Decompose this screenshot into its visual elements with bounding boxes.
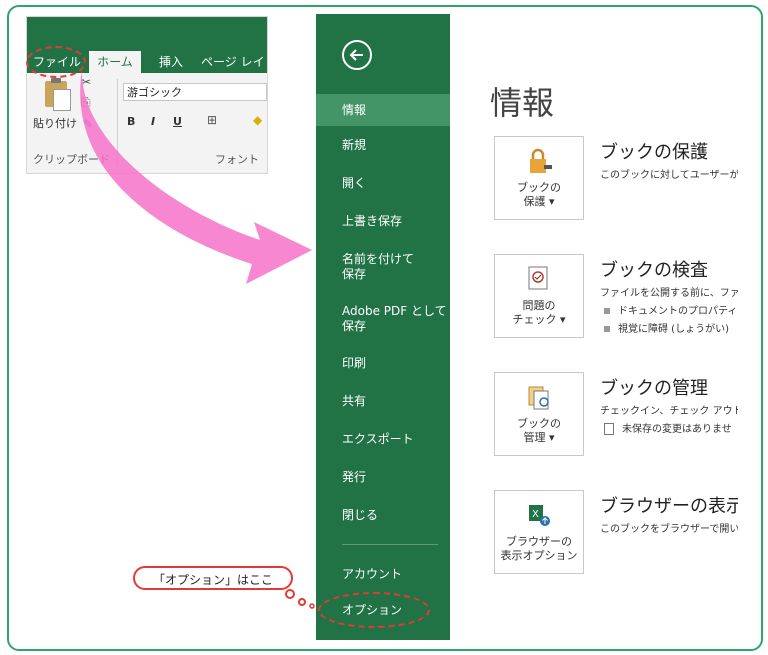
check-issues-button[interactable]: 問題の チェック ▾	[494, 254, 584, 338]
protect-desc: このブックに対してユーザーが実	[600, 170, 738, 181]
callout-pointer	[285, 589, 315, 609]
browser-desc: このブックをブラウザーで開いた	[600, 524, 738, 535]
nav-open[interactable]: 開く	[316, 176, 450, 191]
nav-divider	[342, 544, 438, 545]
nav-publish[interactable]: 発行	[316, 470, 450, 485]
inspect-tile-label: 問題の チェック ▾	[512, 299, 566, 326]
lock-icon	[530, 148, 552, 173]
callout-dot-medium	[298, 598, 306, 606]
pointer-arrow	[80, 70, 312, 284]
manage-title: ブックの管理	[600, 378, 708, 399]
nav-save[interactable]: 上書き保存	[316, 214, 450, 229]
options-callout: 「オプション」はここ	[133, 566, 293, 590]
nav-account[interactable]: アカウント	[316, 567, 450, 582]
svg-text:X: X	[532, 509, 539, 520]
arrow-shape	[80, 70, 312, 284]
nav-share[interactable]: 共有	[316, 394, 450, 409]
inspect-bullet-2-text: 視覚に障碍 (しょうがい)	[618, 324, 729, 335]
options-highlight	[318, 592, 430, 628]
back-button[interactable]	[342, 40, 372, 70]
nav-new[interactable]: 新規	[316, 138, 450, 153]
bullet-icon	[604, 326, 610, 332]
page-title: 情報	[490, 84, 555, 122]
info-content: 情報 ブックの 保護 ▾ ブックの保護 このブックに対してユーザーが実 問題の …	[450, 14, 738, 640]
back-arrow-icon	[349, 49, 363, 61]
nav-save-as[interactable]: 名前を付けて 保存	[316, 252, 450, 282]
bullet-icon	[604, 308, 610, 314]
inspect-bullet-1: ドキュメントのプロパティ、	[604, 302, 738, 317]
callout-dot-small	[309, 603, 315, 609]
inspect-bullet-2: 視覚に障碍 (しょうがい)	[604, 320, 729, 335]
manage-workbook-button[interactable]: ブックの 管理 ▾	[494, 372, 584, 456]
protect-tile-label: ブックの 保護 ▾	[517, 181, 561, 208]
nav-export[interactable]: エクスポート	[316, 432, 450, 447]
nav-save-pdf[interactable]: Adobe PDF として 保存	[316, 304, 450, 334]
nav-print[interactable]: 印刷	[316, 356, 450, 371]
nav-info[interactable]: 情報	[316, 94, 450, 126]
manage-document-icon	[528, 386, 549, 410]
excel-browser-icon: X	[529, 505, 550, 526]
protect-workbook-button[interactable]: ブックの 保護 ▾	[494, 136, 584, 220]
inspect-bullet-1-text: ドキュメントのプロパティ、	[618, 306, 738, 317]
inspect-desc: ファイルを公開する前に、ファイ	[600, 288, 738, 299]
callout-dot-large	[285, 589, 295, 599]
manage-bullet-1-text: 未保存の変更はありませ	[622, 424, 732, 435]
protect-title: ブックの保護	[600, 142, 708, 163]
manage-tile-label: ブックの 管理 ▾	[517, 417, 561, 444]
nav-close[interactable]: 閉じる	[316, 508, 450, 523]
inspect-title: ブックの検査	[600, 260, 708, 281]
inspect-document-icon	[528, 266, 548, 290]
document-icon	[604, 423, 614, 435]
browser-view-options-button[interactable]: X ブラウザーの 表示オプション	[494, 490, 584, 574]
manage-bullet-1: 未保存の変更はありませ	[604, 420, 732, 435]
browser-tile-label: ブラウザーの 表示オプション	[500, 535, 578, 562]
browser-title: ブラウザーの表示オ	[600, 496, 738, 517]
backstage-nav: 情報 新規 開く 上書き保存 名前を付けて 保存 Adobe PDF として 保…	[316, 14, 450, 640]
backstage-view: 情報 新規 開く 上書き保存 名前を付けて 保存 Adobe PDF として 保…	[316, 14, 738, 640]
manage-desc: チェックイン、チェック アウト、未	[600, 406, 738, 417]
